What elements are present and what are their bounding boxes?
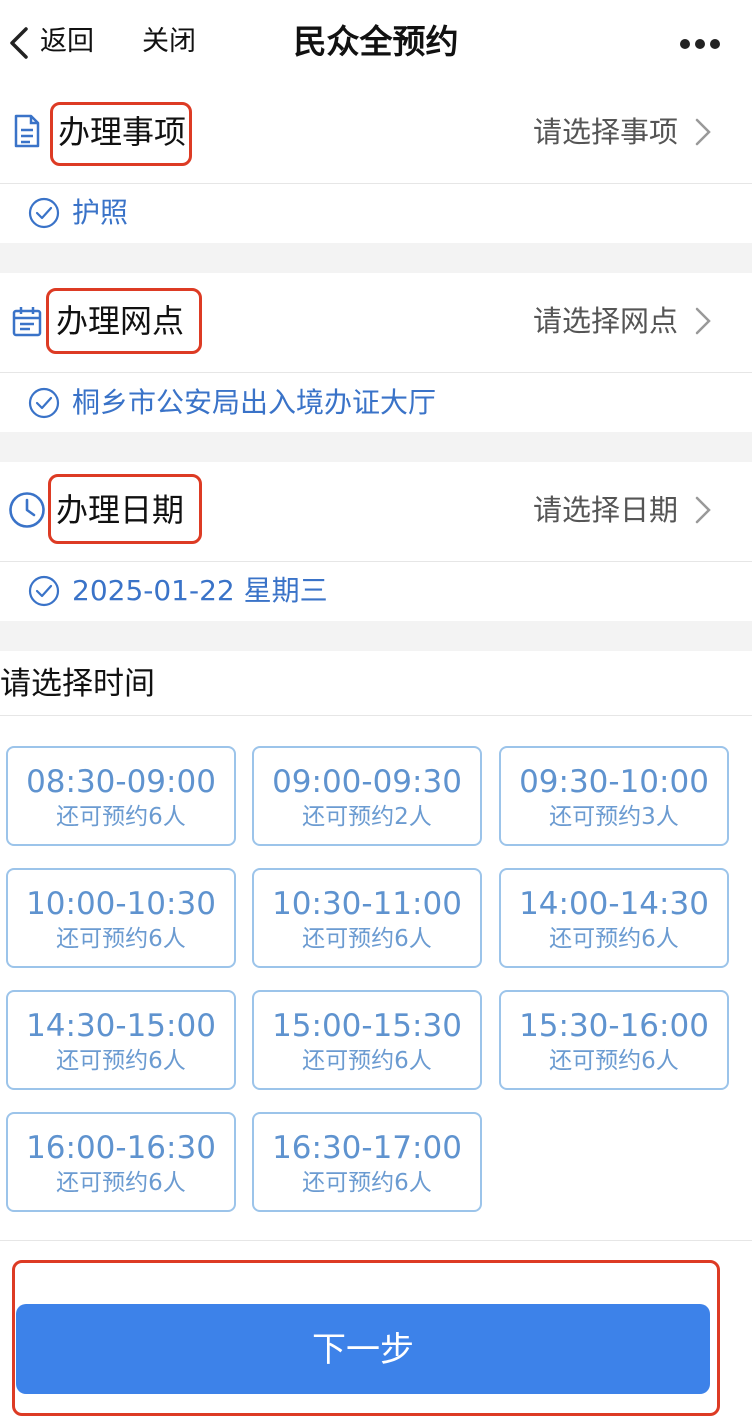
service-location-label: 办理网点	[56, 302, 185, 340]
time-slot[interactable]: 14:00-14:30 还可预约6人	[499, 868, 729, 968]
time-slot[interactable]: 15:00-15:30 还可预约6人	[252, 990, 482, 1090]
slot-time: 10:30-11:00	[272, 886, 462, 922]
slot-time: 16:30-17:00	[272, 1130, 462, 1166]
slot-remaining: 还可预约6人	[56, 926, 186, 952]
clock-icon	[8, 491, 46, 529]
divider	[0, 183, 752, 184]
slot-remaining: 还可预约6人	[302, 1170, 432, 1196]
slot-remaining: 还可预约6人	[56, 1170, 186, 1196]
slot-time: 10:00-10:30	[26, 886, 216, 922]
time-slot[interactable]: 10:30-11:00 还可预约6人	[252, 868, 482, 968]
slot-time: 09:30-10:00	[519, 764, 709, 800]
document-icon	[12, 114, 42, 148]
divider	[0, 715, 752, 716]
slot-time: 15:30-16:00	[519, 1008, 709, 1044]
service-date-label: 办理日期	[56, 491, 185, 529]
slot-remaining: 还可预约6人	[302, 1048, 432, 1074]
time-slot[interactable]: 09:00-09:30 还可预约2人	[252, 746, 482, 846]
slot-time: 14:30-15:00	[26, 1008, 216, 1044]
time-slot[interactable]: 09:30-10:00 还可预约3人	[499, 746, 729, 846]
slot-remaining: 还可预约6人	[56, 1048, 186, 1074]
slot-remaining: 还可预约2人	[302, 804, 432, 830]
slot-time: 16:00-16:30	[26, 1130, 216, 1166]
time-slot[interactable]: 15:30-16:00 还可预约6人	[499, 990, 729, 1090]
calendar-icon	[12, 305, 42, 339]
divider	[0, 372, 752, 373]
chevron-right-icon[interactable]	[694, 117, 712, 147]
page-title: 民众全预约	[293, 22, 459, 61]
section-gap	[0, 243, 752, 273]
time-slot[interactable]: 08:30-09:00 还可预约6人	[6, 746, 236, 846]
divider	[0, 561, 752, 562]
time-slot[interactable]: 14:30-15:00 还可预约6人	[6, 990, 236, 1090]
selected-location: 桐乡市公安局出入境办证大厅	[72, 386, 437, 419]
more-menu-icon[interactable]	[680, 34, 726, 49]
time-slot[interactable]: 10:00-10:30 还可预约6人	[6, 868, 236, 968]
select-location-link[interactable]: 请选择网点	[533, 301, 678, 341]
next-step-button[interactable]: 下一步	[16, 1304, 710, 1394]
time-slot[interactable]: 16:00-16:30 还可预约6人	[6, 1112, 236, 1212]
select-service-link[interactable]: 请选择事项	[533, 112, 678, 152]
slot-time: 14:00-14:30	[519, 886, 709, 922]
service-item-label: 办理事项	[58, 113, 187, 151]
check-circle-icon	[28, 575, 60, 607]
chevron-right-icon[interactable]	[694, 495, 712, 525]
selected-date: 2025-01-22 星期三	[72, 574, 328, 607]
slot-time: 15:00-15:30	[272, 1008, 462, 1044]
section-gap	[0, 621, 752, 651]
check-circle-icon	[28, 387, 60, 419]
selected-service: 护照	[72, 196, 129, 229]
check-circle-icon	[28, 197, 60, 229]
section-gap	[0, 432, 752, 462]
slot-remaining: 还可预约6人	[56, 804, 186, 830]
time-section-title: 请选择时间	[0, 666, 155, 702]
slot-time: 08:30-09:00	[26, 764, 216, 800]
time-slot[interactable]: 16:30-17:00 还可预约6人	[252, 1112, 482, 1212]
slot-remaining: 还可预约6人	[549, 1048, 679, 1074]
slot-remaining: 还可预约6人	[549, 926, 679, 952]
select-date-link[interactable]: 请选择日期	[533, 490, 678, 530]
divider	[0, 1240, 752, 1241]
chevron-right-icon[interactable]	[694, 306, 712, 336]
slot-time: 09:00-09:30	[272, 764, 462, 800]
slot-remaining: 还可预约3人	[549, 804, 679, 830]
slot-remaining: 还可预约6人	[302, 926, 432, 952]
